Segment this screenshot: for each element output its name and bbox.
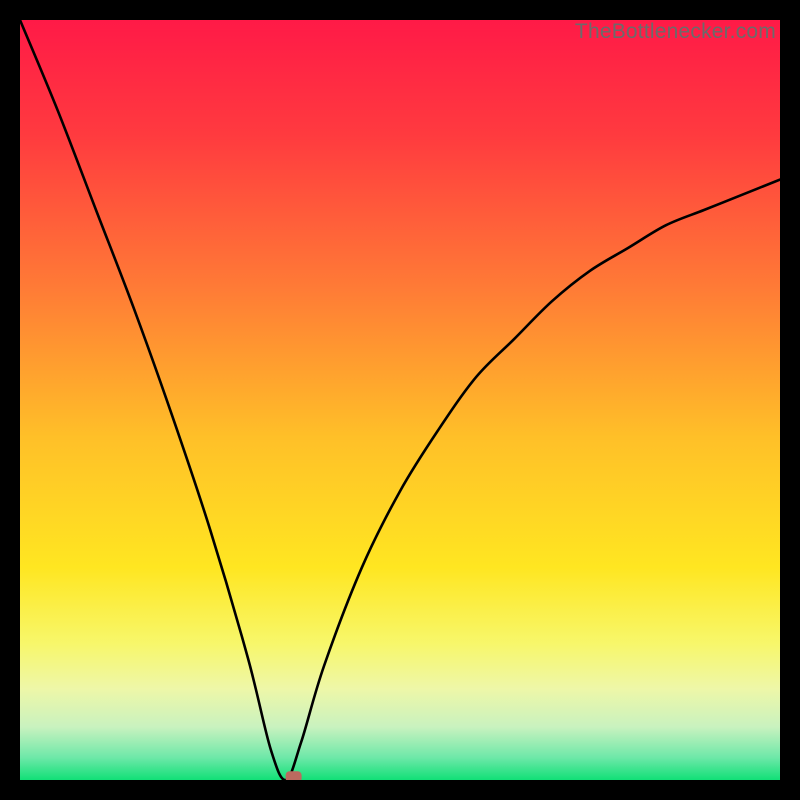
chart-frame: TheBottlenecker.com bbox=[20, 20, 780, 780]
watermark-label: TheBottlenecker.com bbox=[575, 20, 776, 44]
chart-svg bbox=[20, 20, 780, 780]
gradient-background bbox=[20, 20, 780, 780]
minimum-marker bbox=[286, 771, 302, 780]
